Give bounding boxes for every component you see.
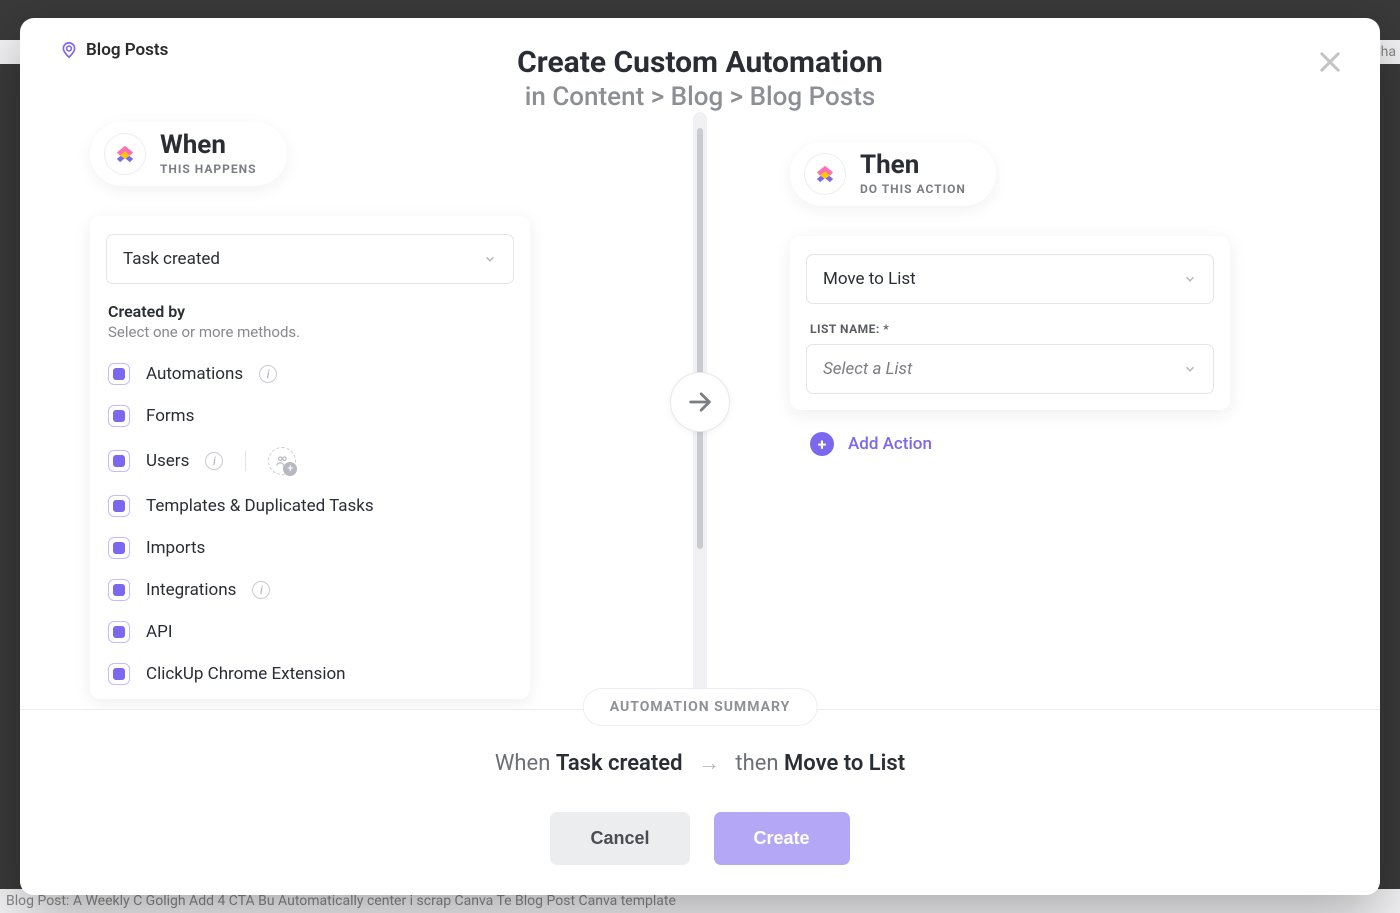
then-header-pill: Then DO THIS ACTION — [790, 142, 996, 206]
summary-badge: AUTOMATION SUMMARY — [583, 688, 818, 726]
when-title: When — [160, 132, 257, 158]
method-label: Templates & Duplicated Tasks — [146, 496, 374, 516]
arrow-right-icon: → — [698, 751, 720, 776]
close-button[interactable] — [1316, 48, 1344, 76]
method-row: ClickUp Chrome Extension — [106, 655, 514, 693]
method-row: Templates & Duplicated Tasks — [106, 487, 514, 525]
plus-icon: + — [810, 432, 834, 456]
chevron-down-icon — [483, 252, 497, 266]
info-icon[interactable]: i — [259, 365, 277, 383]
then-column: Then DO THIS ACTION Move to List LIST NA… — [790, 142, 1230, 456]
method-label: ClickUp Chrome Extension — [146, 664, 346, 684]
method-row: Forms — [106, 397, 514, 435]
method-checkbox[interactable] — [108, 450, 130, 472]
modal-body: When THIS HAPPENS Task created Created b… — [20, 112, 1380, 709]
breadcrumb-label: Blog Posts — [86, 40, 168, 60]
breadcrumb[interactable]: Blog Posts — [60, 40, 168, 60]
summary-when-value: Task created — [556, 751, 683, 776]
method-checkbox[interactable] — [108, 621, 130, 643]
method-checkbox[interactable] — [108, 579, 130, 601]
then-panel: Move to List LIST NAME: * Select a List — [790, 236, 1230, 410]
cancel-button[interactable]: Cancel — [550, 812, 689, 865]
summary-then-value: Move to List — [784, 751, 905, 776]
chevron-down-icon — [1183, 272, 1197, 286]
list-field-label: LIST NAME: * — [810, 322, 1214, 336]
clickup-logo-icon — [804, 153, 846, 195]
list-select-dropdown[interactable]: Select a List — [806, 344, 1214, 394]
summary-zone: AUTOMATION SUMMARY When Task created → t… — [20, 709, 1380, 895]
method-row: Automations i — [106, 355, 514, 393]
when-column: When THIS HAPPENS Task created Created b… — [90, 122, 530, 699]
modal-header: Blog Posts Create Custom Automation in C… — [20, 18, 1380, 112]
list-select-placeholder: Select a List — [823, 359, 912, 379]
divider — [245, 451, 246, 471]
modal-title: Create Custom Automation — [60, 45, 1340, 80]
method-checkbox[interactable] — [108, 537, 130, 559]
method-row: Imports — [106, 529, 514, 567]
method-label: Imports — [146, 538, 205, 558]
then-subtitle: DO THIS ACTION — [860, 182, 966, 196]
when-subtitle: THIS HAPPENS — [160, 162, 257, 176]
created-by-title: Created by — [108, 302, 514, 321]
create-button[interactable]: Create — [714, 812, 850, 865]
trigger-selected-value: Task created — [123, 249, 220, 269]
method-label: API — [146, 622, 172, 642]
then-title: Then — [860, 152, 966, 178]
timeline-scroll-indicator[interactable] — [697, 128, 703, 549]
action-dropdown[interactable]: Move to List — [806, 254, 1214, 304]
summary-when-prefix: When — [495, 751, 550, 776]
location-icon — [60, 41, 78, 59]
automation-modal: Blog Posts Create Custom Automation in C… — [20, 18, 1380, 895]
method-checkbox[interactable] — [108, 405, 130, 427]
chevron-down-icon — [1183, 362, 1197, 376]
when-header-pill: When THIS HAPPENS — [90, 122, 287, 186]
method-row: Usersi — [106, 439, 514, 483]
info-icon[interactable]: i — [252, 581, 270, 599]
method-checkbox[interactable] — [108, 495, 130, 517]
summary-then-prefix: then — [735, 751, 778, 776]
add-action-label: Add Action — [848, 434, 932, 454]
method-checkbox[interactable] — [108, 363, 130, 385]
method-row: API — [106, 613, 514, 651]
action-selected-value: Move to List — [823, 269, 916, 289]
method-label: Automations — [146, 364, 243, 384]
modal-subtitle: in Content > Blog > Blog Posts — [60, 82, 1340, 112]
created-by-desc: Select one or more methods. — [108, 323, 514, 341]
method-row: Integrations i — [106, 571, 514, 609]
add-user-icon[interactable] — [268, 447, 296, 475]
method-label: Users — [146, 451, 189, 471]
clickup-logo-icon — [104, 133, 146, 175]
info-icon[interactable]: i — [205, 452, 223, 470]
method-list: AutomationsiFormsUsersiTemplates & Dupli… — [106, 355, 514, 693]
method-label: Forms — [146, 406, 194, 426]
trigger-dropdown[interactable]: Task created — [106, 234, 514, 284]
method-label: Integrations — [146, 580, 236, 600]
flow-arrow — [670, 372, 730, 432]
add-action-button[interactable]: + Add Action — [810, 432, 1230, 456]
when-panel: Task created Created by Select one or mo… — [90, 216, 530, 699]
method-checkbox[interactable] — [108, 663, 130, 685]
